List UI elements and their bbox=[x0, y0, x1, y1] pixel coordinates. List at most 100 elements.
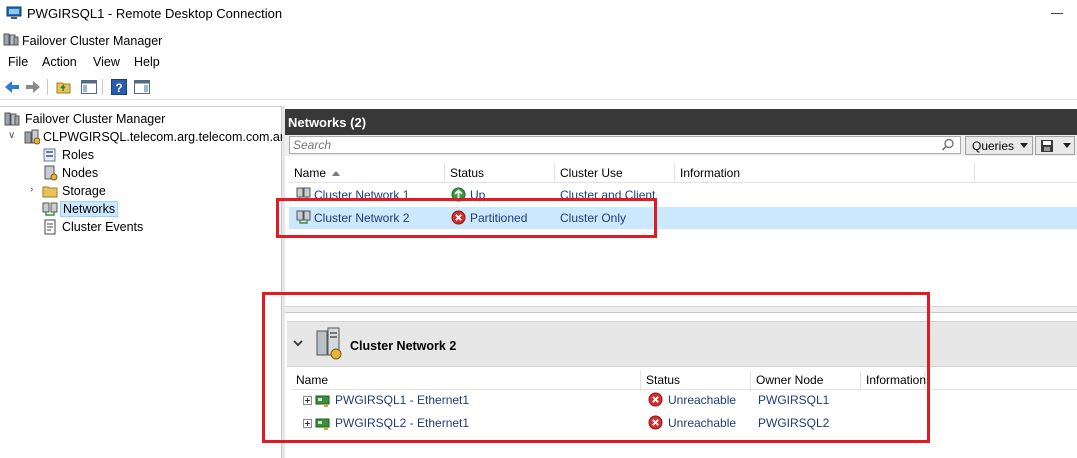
rdp-title-bar: PWGIRSQL1 - Remote Desktop Connection bbox=[0, 0, 1077, 28]
up-folder-icon[interactable] bbox=[55, 78, 73, 96]
search-input[interactable] bbox=[289, 136, 961, 154]
save-query-button[interactable] bbox=[1035, 136, 1075, 155]
row-name: PWGIRSQL1 - Ethernet1 bbox=[335, 393, 470, 407]
menu-file[interactable]: File bbox=[8, 55, 28, 69]
sort-ascending-icon bbox=[332, 171, 341, 177]
row-cluster-use: Cluster and Client bbox=[560, 188, 656, 202]
row-name: Cluster Network 2 bbox=[314, 211, 410, 225]
tree-root-label: Failover Cluster Manager bbox=[25, 112, 166, 126]
chevron-down-icon bbox=[1063, 143, 1071, 148]
detail-header: Cluster Network 2 bbox=[287, 321, 1077, 367]
tree-cluster-label: CLPWGIRSQL.telecom.arg.telecom.com.ar bbox=[43, 130, 285, 144]
table-row[interactable]: Cluster Network 1 Up Cluster and Client bbox=[289, 184, 1077, 206]
collapse-chevron-icon[interactable] bbox=[293, 338, 303, 348]
detail-grid-header: Name Status Owner Node Information bbox=[291, 371, 1077, 391]
tree-item-label: Storage bbox=[62, 184, 106, 198]
networks-title: Networks (2) bbox=[288, 115, 367, 130]
menu-bar: File Action View Help bbox=[0, 53, 1077, 73]
back-arrow-icon[interactable] bbox=[3, 78, 21, 96]
queries-button[interactable]: Queries bbox=[965, 136, 1033, 155]
grid-header: Name Status Cluster Use Information bbox=[289, 163, 1077, 183]
status-error-icon bbox=[451, 210, 466, 225]
expand-icon[interactable] bbox=[303, 396, 312, 405]
show-hide-tree-icon[interactable] bbox=[80, 78, 98, 96]
column-header-information[interactable]: Information bbox=[861, 371, 926, 391]
column-header-name[interactable]: Name bbox=[289, 163, 445, 183]
row-status: Up bbox=[470, 188, 486, 202]
roles-icon bbox=[43, 148, 56, 162]
column-header-name[interactable]: Name bbox=[291, 371, 641, 391]
list-item[interactable]: PWGIRSQL2 - Ethernet1 Unreachable PWGIRS… bbox=[291, 412, 1077, 434]
app-title-bar: Failover Cluster Manager bbox=[0, 30, 1077, 52]
action-pane-icon[interactable] bbox=[133, 78, 151, 96]
cluster-icon bbox=[24, 129, 40, 145]
menu-help[interactable]: Help bbox=[134, 55, 160, 69]
networks-icon bbox=[42, 202, 58, 216]
remote-desktop-icon bbox=[6, 6, 22, 19]
nodes-icon bbox=[44, 165, 58, 181]
search-bar: Queries bbox=[285, 135, 1077, 156]
row-cluster-use: Cluster Only bbox=[560, 211, 627, 225]
column-header-owner-node[interactable]: Owner Node bbox=[751, 371, 861, 391]
queries-label: Queries bbox=[972, 139, 1015, 153]
toolbar-separator bbox=[102, 79, 103, 95]
svg-text:?: ? bbox=[115, 81, 122, 95]
tree-root[interactable]: Failover Cluster Manager bbox=[4, 110, 274, 128]
rdp-window-title: PWGIRSQL1 - Remote Desktop Connection bbox=[27, 6, 283, 21]
row-owner-node: PWGIRSQL2 bbox=[758, 416, 830, 430]
navigation-tree: Failover Cluster Manager ∨ CLPWGIRSQL.te… bbox=[0, 106, 284, 458]
column-header-status[interactable]: Status bbox=[641, 371, 751, 391]
menu-action[interactable]: Action bbox=[42, 55, 77, 69]
row-owner-node: PWGIRSQL1 bbox=[758, 393, 830, 407]
networks-header: Networks (2) bbox=[285, 109, 1077, 135]
tree-item-roles[interactable]: Roles bbox=[4, 146, 204, 164]
network-adapter-icon bbox=[315, 395, 330, 407]
detail-title: Cluster Network 2 bbox=[350, 339, 457, 353]
chevron-down-icon bbox=[1020, 143, 1028, 148]
column-header-information[interactable]: Information bbox=[675, 163, 975, 183]
cluster-network-icon bbox=[316, 327, 342, 360]
row-status: Partitioned bbox=[470, 211, 528, 225]
status-error-icon bbox=[648, 415, 663, 430]
network-adapter-icon bbox=[315, 418, 330, 430]
failover-cluster-icon bbox=[3, 33, 19, 46]
tree-item-label: Roles bbox=[62, 148, 94, 162]
menu-view[interactable]: View bbox=[93, 55, 120, 69]
tree-item-networks[interactable]: Networks bbox=[4, 200, 204, 218]
column-header-status[interactable]: Status bbox=[445, 163, 555, 183]
network-icon bbox=[296, 187, 311, 201]
tree-item-cluster-events[interactable]: Cluster Events bbox=[4, 218, 204, 236]
toolbar-separator bbox=[47, 79, 48, 95]
column-header-cluster-use[interactable]: Cluster Use bbox=[555, 163, 675, 183]
status-up-icon bbox=[451, 187, 466, 202]
table-row-selected[interactable]: Cluster Network 2 Partitioned Cluster On… bbox=[289, 207, 1077, 229]
toolbar: ? bbox=[0, 75, 1077, 100]
save-icon bbox=[1041, 140, 1053, 152]
storage-folder-icon bbox=[42, 186, 58, 198]
networks-grid: Name Status Cluster Use Information Clus… bbox=[285, 156, 1077, 306]
tree-item-label: Cluster Events bbox=[62, 220, 144, 234]
row-status: Unreachable bbox=[668, 416, 737, 430]
app-title: Failover Cluster Manager bbox=[22, 34, 163, 48]
tree-cluster[interactable]: ∨ CLPWGIRSQL.telecom.arg.telecom.com.ar bbox=[4, 128, 284, 146]
status-error-icon bbox=[648, 392, 663, 407]
chevron-right-icon[interactable]: › bbox=[30, 185, 38, 195]
chevron-down-icon[interactable]: ∨ bbox=[8, 131, 16, 141]
help-icon[interactable]: ? bbox=[110, 78, 128, 96]
row-name: PWGIRSQL2 - Ethernet1 bbox=[335, 416, 470, 430]
cluster-events-icon bbox=[44, 219, 56, 235]
networks-panel: Networks (2) Queries Name Status Cluster… bbox=[285, 106, 1077, 458]
minimize-button[interactable] bbox=[1051, 13, 1063, 14]
detail-pane: Cluster Network 2 Name Status Owner Node… bbox=[285, 312, 1077, 458]
row-status: Unreachable bbox=[668, 393, 737, 407]
tree-item-label: Nodes bbox=[62, 166, 99, 180]
tree-item-nodes[interactable]: Nodes bbox=[4, 164, 204, 182]
tree-item-storage[interactable]: › Storage bbox=[4, 182, 204, 200]
network-icon bbox=[296, 210, 311, 224]
tree-item-label: Networks bbox=[60, 201, 119, 217]
search-icon[interactable] bbox=[941, 138, 955, 152]
list-item[interactable]: PWGIRSQL1 - Ethernet1 Unreachable PWGIRS… bbox=[291, 389, 1077, 411]
forward-arrow-icon[interactable] bbox=[24, 78, 42, 96]
failover-cluster-icon bbox=[4, 112, 20, 126]
expand-icon[interactable] bbox=[303, 419, 312, 428]
